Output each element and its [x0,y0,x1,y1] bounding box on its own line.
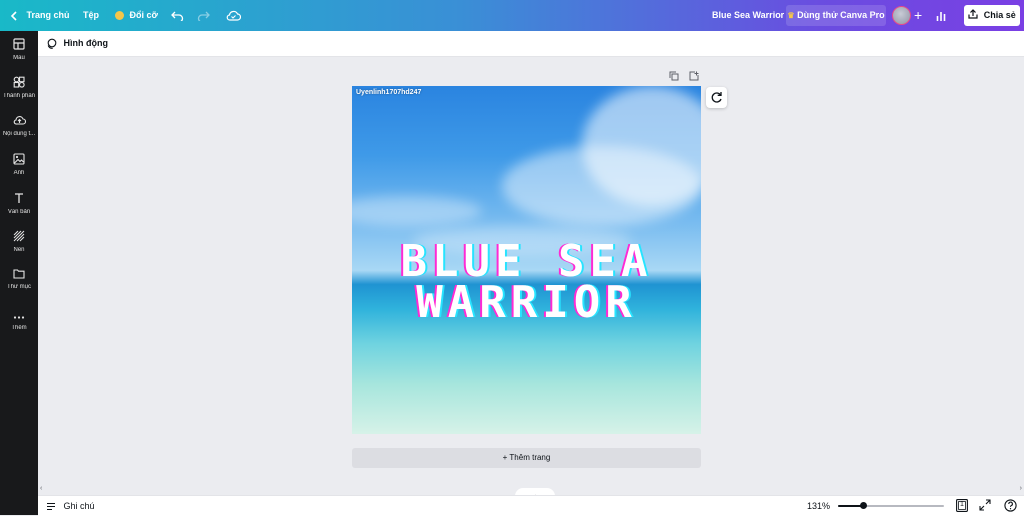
duplicate-page-button[interactable] [669,70,679,84]
fullscreen-icon [979,499,991,511]
animate-label: Hình động [63,38,109,48]
redo-button[interactable] [197,0,210,31]
sidebar-item-label: Thành phần [2,93,36,99]
chevron-left-icon [10,11,17,21]
photo-icon [13,153,25,165]
page-count: 1 [960,501,964,508]
sidebar-item-label: Mẫu [13,55,25,61]
cloud [502,146,701,226]
notes-label: Ghi chú [63,501,95,511]
animate-icon [47,38,57,49]
share-icon [968,9,978,19]
bottom-bar: Ghi chú 131% 1 [38,495,1024,516]
folder-icon [13,269,25,279]
sidebar-item-label: Nội dung t... [2,131,36,137]
animate-button[interactable]: Hình động [46,31,108,56]
help-button[interactable] [1004,499,1017,515]
home-button[interactable]: Trang chủ [10,0,70,31]
page-count-button[interactable]: 1 [956,499,968,515]
crown-icon: ♛ [787,11,795,20]
sidebar-item-more[interactable]: Thêm [0,309,38,331]
resize-button[interactable]: Đổi cỡ [115,0,158,31]
crown-icon [115,11,124,21]
notes-icon [47,503,55,511]
upload-icon [13,116,26,125]
sidebar-item-background[interactable]: Nền [0,230,38,253]
add-page-above-button[interactable] [689,70,699,84]
try-pro-button[interactable]: ♛ Dùng thử Canva Pro [786,5,886,26]
share-button[interactable]: Chia sẻ [964,5,1020,26]
sidebar-item-folders[interactable]: Thư mục [0,268,38,290]
top-bar: Trang chủ Tệp Đổi cỡ Blue Sea Warrior ♛ … [0,0,1024,31]
redo-icon [197,11,210,23]
sidebar: Mẫu Thành phần Nội dung t... Ảnh Văn bản… [0,31,38,515]
try-pro-label: Dùng thử Canva Pro [797,10,885,20]
refresh-icon [711,92,722,103]
zoom-slider-handle[interactable] [860,502,868,509]
template-icon [13,38,25,50]
zoom-slider[interactable] [838,502,944,509]
avatar[interactable] [892,6,911,25]
zoom-value[interactable]: 131% [807,496,830,516]
add-collaborator-button[interactable]: + [914,0,922,31]
sidebar-item-label: Thư mục [6,284,32,290]
resize-label: Đổi cỡ [129,10,158,20]
notes-button[interactable]: Ghi chú [46,496,95,516]
undo-icon [171,11,184,23]
sidebar-item-label: Nền [13,247,25,253]
rotate-page-button[interactable] [706,87,727,108]
cloud [352,196,482,226]
title-line-2[interactable]: WARRIOR [352,281,701,325]
sidebar-item-elements[interactable]: Thành phần [0,76,38,99]
share-label: Chia sẻ [983,10,1016,20]
watermark-text[interactable]: Uyenlinh1707hd247 [356,89,421,96]
analytics-button[interactable] [936,0,946,31]
more-icon [13,316,25,319]
cloud-check-icon [226,11,242,21]
cloud-save-button[interactable] [226,0,242,31]
text-icon [15,193,23,203]
sidebar-item-label: Ảnh [13,170,25,176]
sidebar-item-uploads[interactable]: Nội dung t... [0,114,38,137]
add-page-icon [689,71,699,81]
undo-button[interactable] [171,0,184,31]
sidebar-item-text[interactable]: Văn bản [0,192,38,215]
add-page-button[interactable]: + Thêm trang [352,448,701,468]
scroll-right-icon[interactable]: › [1020,485,1022,492]
design-page[interactable]: Uyenlinh1707hd247 BLUE SEA WARRIOR [352,86,701,434]
scroll-left-icon[interactable]: ‹ [40,485,42,492]
home-label: Trang chủ [26,10,70,20]
sidebar-item-label: Văn bản [7,209,31,215]
fullscreen-button[interactable] [979,499,991,514]
elements-icon [13,76,25,88]
copy-icon [669,71,679,81]
plus-icon: + [914,7,923,23]
document-title[interactable]: Blue Sea Warrior [712,0,784,31]
sidebar-item-label: Thêm [11,325,27,331]
help-icon [1004,499,1017,512]
sidebar-item-photos[interactable]: Ảnh [0,153,38,176]
file-menu[interactable]: Tệp [83,0,99,31]
background-icon [13,230,25,242]
sidebar-item-templates[interactable]: Mẫu [0,38,38,61]
bar-chart-icon [936,11,946,21]
context-toolbar: Hình động [38,31,1024,57]
